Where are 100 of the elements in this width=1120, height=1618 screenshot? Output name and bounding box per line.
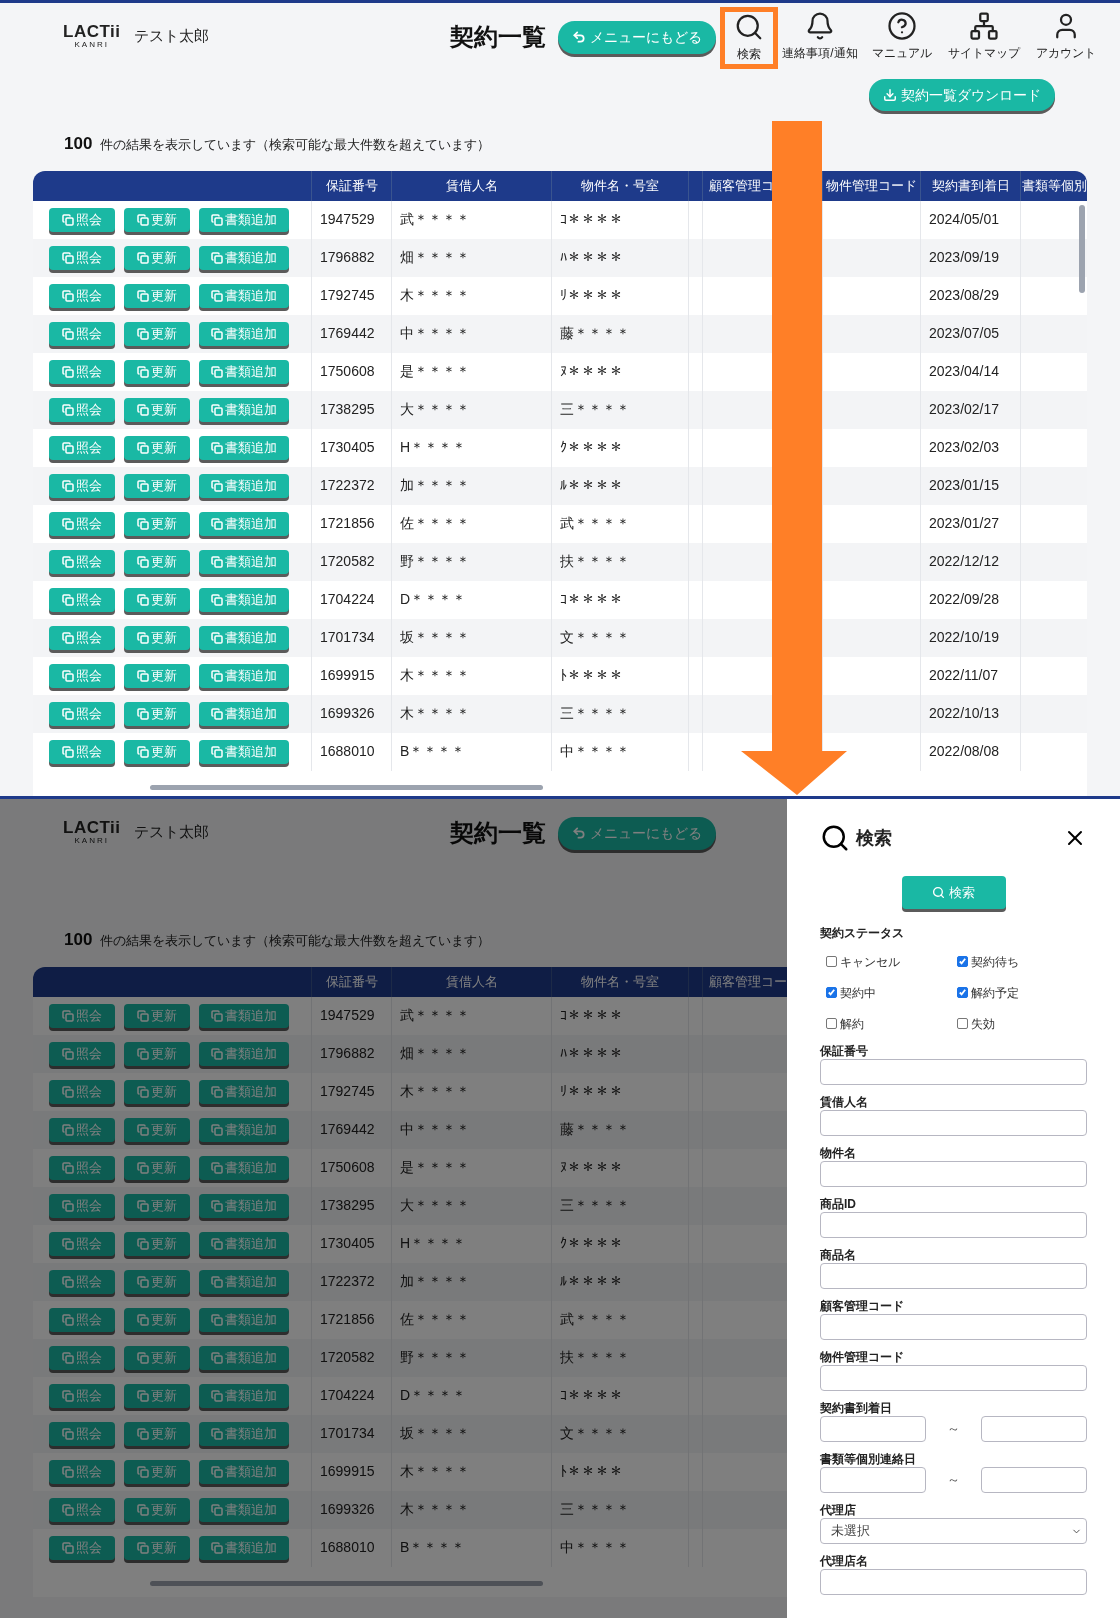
row-action-button[interactable]: 照会 <box>49 397 115 422</box>
row-action-button[interactable]: 書類追加 <box>199 1459 289 1484</box>
row-action-button[interactable]: 更新 <box>124 1041 190 1066</box>
checkbox[interactable] <box>826 987 837 998</box>
row-action-button[interactable]: 更新 <box>124 549 190 574</box>
checkbox[interactable] <box>956 956 968 967</box>
checkbox[interactable] <box>826 956 837 967</box>
row-action-button[interactable]: 照会 <box>49 1079 115 1104</box>
row-action-button[interactable]: 照会 <box>49 701 115 726</box>
row-action-button[interactable]: 更新 <box>124 701 190 726</box>
row-action-button[interactable]: 更新 <box>124 1421 190 1446</box>
row-action-button[interactable]: 照会 <box>49 1307 115 1332</box>
row-action-button[interactable]: 更新 <box>124 1117 190 1142</box>
row-action-button[interactable]: 照会 <box>49 549 115 574</box>
row-action-button[interactable]: 照会 <box>49 1497 115 1522</box>
date-field[interactable] <box>820 1416 926 1442</box>
row-action-button[interactable]: 書類追加 <box>199 397 289 422</box>
row-action-button[interactable]: 更新 <box>124 1345 190 1370</box>
row-action-button[interactable]: 照会 <box>49 1155 115 1180</box>
row-action-button[interactable]: 照会 <box>49 1421 115 1446</box>
row-action-button[interactable]: 更新 <box>124 1155 190 1180</box>
row-action-button[interactable]: 更新 <box>124 283 190 308</box>
date-field[interactable] <box>981 1467 1087 1493</box>
nav-item[interactable]: サイトマップ <box>944 7 1024 69</box>
text-field[interactable] <box>820 1110 1087 1136</box>
row-action-button[interactable]: 書類追加 <box>199 1421 289 1446</box>
row-action-button[interactable]: 書類追加 <box>199 625 289 650</box>
text-field[interactable] <box>820 1569 1087 1595</box>
row-action-button[interactable]: 照会 <box>49 435 115 460</box>
row-action-button[interactable]: 照会 <box>49 473 115 498</box>
checkbox[interactable] <box>956 987 968 998</box>
row-action-button[interactable]: 更新 <box>124 1079 190 1104</box>
row-action-button[interactable]: 書類追加 <box>199 739 289 764</box>
row-action-button[interactable]: 更新 <box>124 1459 190 1484</box>
row-action-button[interactable]: 照会 <box>49 1193 115 1218</box>
row-action-button[interactable]: 書類追加 <box>199 1383 289 1408</box>
row-action-button[interactable]: 書類追加 <box>199 549 289 574</box>
horizontal-scrollbar[interactable] <box>150 1580 543 1586</box>
row-action-button[interactable]: 更新 <box>124 1269 190 1294</box>
text-field[interactable] <box>820 1161 1087 1187</box>
row-action-button[interactable]: 照会 <box>49 283 115 308</box>
row-action-button[interactable]: 照会 <box>49 1231 115 1256</box>
row-action-button[interactable]: 照会 <box>49 1003 115 1028</box>
row-action-button[interactable]: 更新 <box>124 397 190 422</box>
row-action-button[interactable]: 書類追加 <box>199 1231 289 1256</box>
row-action-button[interactable]: 照会 <box>49 739 115 764</box>
row-action-button[interactable]: 照会 <box>49 1041 115 1066</box>
row-action-button[interactable]: 書類追加 <box>199 663 289 688</box>
back-to-menu-button[interactable]: メニューにもどる <box>558 816 716 850</box>
nav-item[interactable]: 検索 <box>720 7 778 69</box>
row-action-button[interactable]: 書類追加 <box>199 701 289 726</box>
row-action-button[interactable]: 更新 <box>124 1307 190 1332</box>
download-button[interactable]: 契約一覧ダウンロード <box>869 79 1055 111</box>
row-action-button[interactable]: 書類追加 <box>199 359 289 384</box>
checkbox[interactable] <box>956 1018 968 1029</box>
nav-item[interactable]: アカウント <box>1026 7 1106 69</box>
row-action-button[interactable]: 更新 <box>124 1497 190 1522</box>
row-action-button[interactable]: 書類追加 <box>199 511 289 536</box>
agency-select[interactable]: 未選択 <box>820 1518 1087 1544</box>
row-action-button[interactable]: 書類追加 <box>199 245 289 270</box>
row-action-button[interactable]: 更新 <box>124 1003 190 1028</box>
row-action-button[interactable]: 照会 <box>49 625 115 650</box>
row-action-button[interactable]: 更新 <box>124 1193 190 1218</box>
row-action-button[interactable]: 更新 <box>124 1231 190 1256</box>
row-action-button[interactable]: 更新 <box>124 511 190 536</box>
row-action-button[interactable]: 照会 <box>49 1269 115 1294</box>
row-action-button[interactable]: 書類追加 <box>199 283 289 308</box>
back-to-menu-button[interactable]: メニューにもどる <box>558 20 716 54</box>
row-action-button[interactable]: 更新 <box>124 1535 190 1560</box>
checkbox[interactable] <box>826 1018 837 1029</box>
row-action-button[interactable]: 書類追加 <box>199 1003 289 1028</box>
text-field[interactable] <box>820 1263 1087 1289</box>
row-action-button[interactable]: 書類追加 <box>199 435 289 460</box>
text-field[interactable] <box>820 1212 1087 1238</box>
row-action-button[interactable]: 書類追加 <box>199 1041 289 1066</box>
row-action-button[interactable]: 更新 <box>124 321 190 346</box>
text-field[interactable] <box>820 1365 1087 1391</box>
row-action-button[interactable]: 更新 <box>124 587 190 612</box>
row-action-button[interactable]: 照会 <box>49 207 115 232</box>
row-action-button[interactable]: 更新 <box>124 435 190 460</box>
row-action-button[interactable]: 更新 <box>124 1383 190 1408</box>
row-action-button[interactable]: 書類追加 <box>199 1079 289 1104</box>
row-action-button[interactable]: 照会 <box>49 1459 115 1484</box>
row-action-button[interactable]: 書類追加 <box>199 1117 289 1142</box>
row-action-button[interactable]: 更新 <box>124 625 190 650</box>
row-action-button[interactable]: 書類追加 <box>199 1269 289 1294</box>
search-button[interactable]: 検索 <box>901 876 1006 909</box>
row-action-button[interactable]: 書類追加 <box>199 1497 289 1522</box>
row-action-button[interactable]: 更新 <box>124 359 190 384</box>
row-action-button[interactable]: 更新 <box>124 663 190 688</box>
date-field[interactable] <box>820 1467 926 1493</box>
row-action-button[interactable]: 書類追加 <box>199 321 289 346</box>
vertical-scrollbar[interactable] <box>1079 204 1085 293</box>
row-action-button[interactable]: 書類追加 <box>199 473 289 498</box>
row-action-button[interactable]: 照会 <box>49 587 115 612</box>
row-action-button[interactable]: 照会 <box>49 321 115 346</box>
row-action-button[interactable]: 更新 <box>124 245 190 270</box>
text-field[interactable] <box>820 1059 1087 1085</box>
row-action-button[interactable]: 書類追加 <box>199 1535 289 1560</box>
row-action-button[interactable]: 更新 <box>124 473 190 498</box>
